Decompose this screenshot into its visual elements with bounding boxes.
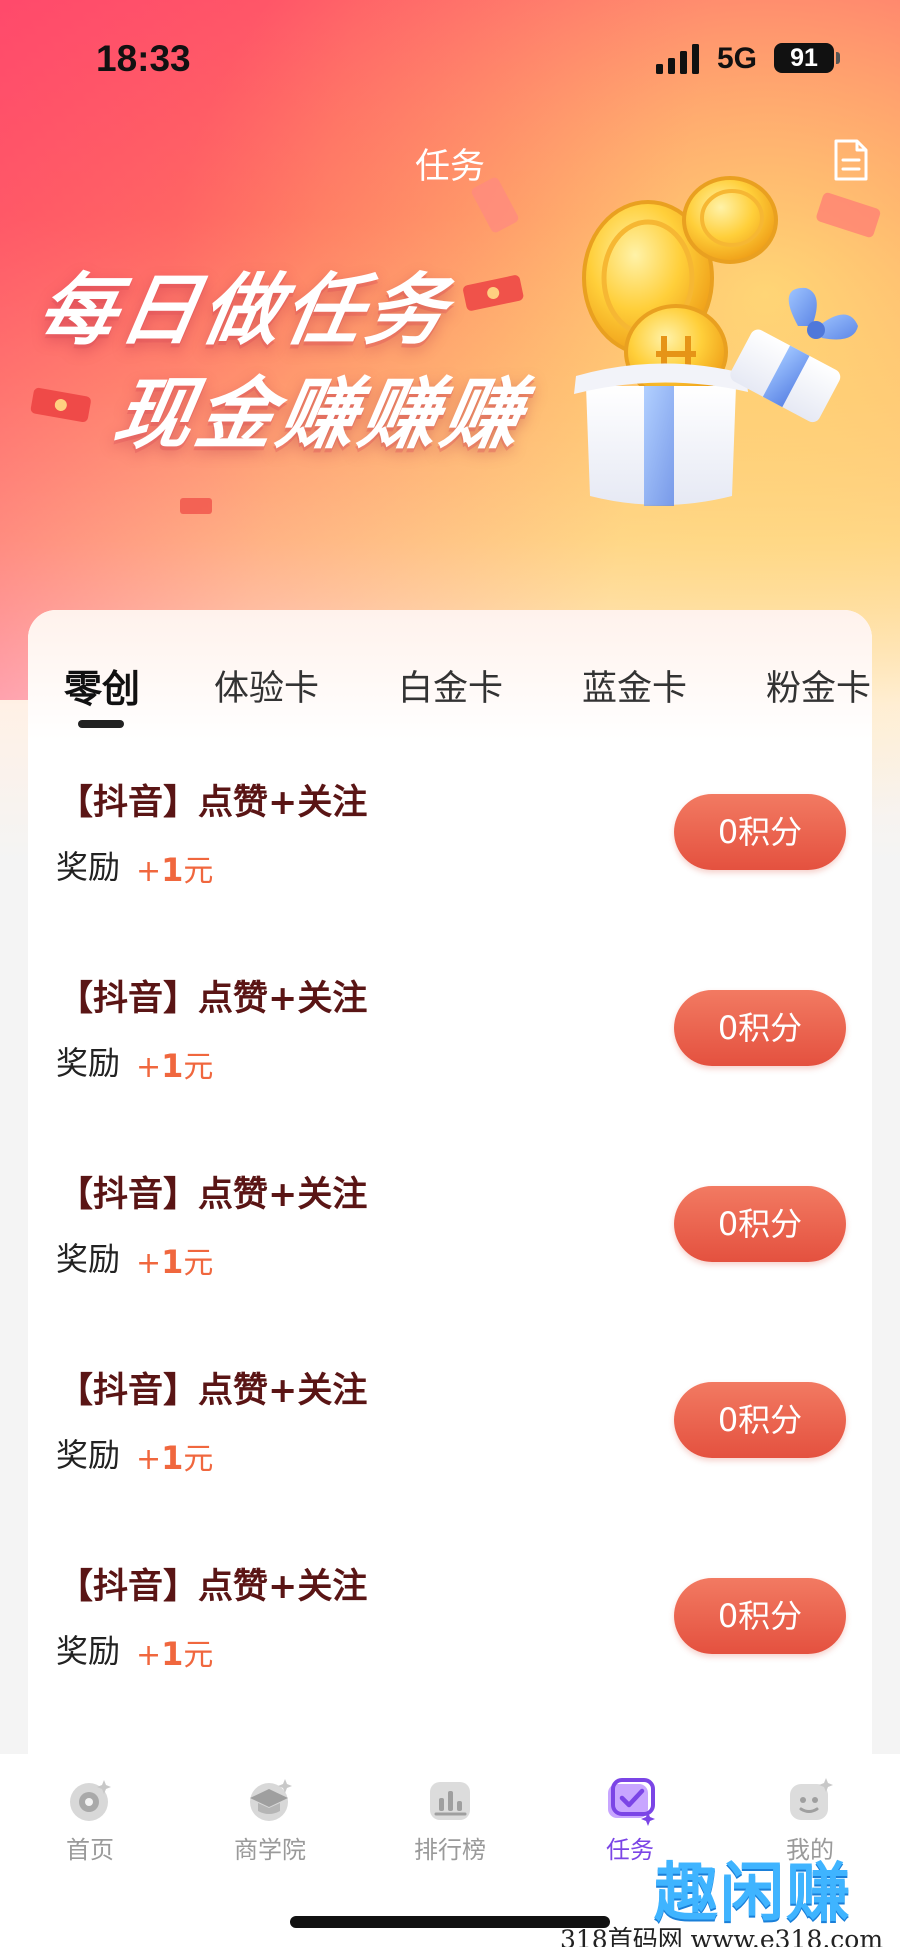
battery-cap xyxy=(836,52,840,64)
points-button[interactable]: 0积分 xyxy=(674,990,846,1066)
reward-value: +1元 xyxy=(136,851,214,889)
tab-lanjinka[interactable]: 蓝金卡 xyxy=(582,660,687,711)
tab-tiyanka[interactable]: 体验卡 xyxy=(214,660,319,711)
page-title: 任务 xyxy=(414,147,485,187)
reward-label: 奖励 xyxy=(56,1632,121,1670)
tabbar-label: 首页 xyxy=(66,1836,114,1864)
task-row: 【抖音】点赞+关注 奖励 +1元 0积分 xyxy=(28,970,872,1166)
battery-icon: 91 xyxy=(774,43,834,73)
reward-value: +1元 xyxy=(136,1439,214,1477)
tabbar-label: 排行榜 xyxy=(414,1836,486,1864)
points-button[interactable]: 0积分 xyxy=(674,1382,846,1458)
reward-label: 奖励 xyxy=(56,1044,121,1082)
task-row: 【抖音】点赞+关注 奖励 +1元 0积分 xyxy=(28,1166,872,1362)
red-envelope-icon xyxy=(180,498,212,514)
status-time: 18:33 xyxy=(96,38,191,79)
status-bar: 18:33 5G 91 xyxy=(0,30,900,90)
points-button[interactable]: 0积分 xyxy=(674,1186,846,1262)
ranking-icon xyxy=(430,1782,470,1820)
task-row: 【抖音】点赞+关注 奖励 +1元 0积分 xyxy=(28,1362,872,1558)
reward-label: 奖励 xyxy=(56,1240,121,1278)
signal-icon xyxy=(656,44,699,74)
red-envelope-icon xyxy=(463,275,524,311)
banner-slogan-line1: 每日做任务 xyxy=(30,266,457,356)
tab-fenjinka[interactable]: 粉金卡 xyxy=(766,660,871,711)
network-label: 5G xyxy=(717,42,758,75)
task-row: 【抖音】点赞+关注 奖励 +1元 0积分 xyxy=(28,774,872,970)
tab-lingchuang[interactable]: 零创 xyxy=(64,658,140,713)
tabbar-item-academy[interactable]: 商学院 xyxy=(210,1774,330,1865)
tabbar-item-ranking[interactable]: 排行榜 xyxy=(390,1774,510,1865)
coins-gift-illustration xyxy=(574,176,858,506)
academy-icon xyxy=(250,1779,292,1821)
document-icon[interactable] xyxy=(832,138,870,182)
watermark-text: 318首码网 www.e318.com xyxy=(560,1925,884,1947)
points-button[interactable]: 0积分 xyxy=(674,794,846,870)
red-envelope-icon xyxy=(30,387,91,423)
home-icon xyxy=(70,1780,111,1821)
task-icon xyxy=(608,1778,655,1826)
task-row: 【抖音】点赞+关注 奖励 +1元 0积分 xyxy=(28,1558,872,1754)
tab-indicator xyxy=(78,720,124,728)
reward-value: +1元 xyxy=(136,1635,214,1673)
reward-value: +1元 xyxy=(136,1047,214,1085)
points-button[interactable]: 0积分 xyxy=(674,1578,846,1654)
task-title: 【抖音】点赞+关注 xyxy=(58,1567,368,1607)
tab-baijinka[interactable]: 白金卡 xyxy=(398,660,503,711)
task-title: 【抖音】点赞+关注 xyxy=(58,783,368,823)
reward-label: 奖励 xyxy=(56,1436,121,1474)
task-page: 18:33 5G 91 任务 每日做任务 现金赚赚赚 零创 体验卡 白金卡 蓝金… xyxy=(0,0,900,1947)
reward-label: 奖励 xyxy=(56,848,121,886)
tabbar-item-home[interactable]: 首页 xyxy=(30,1774,150,1865)
reward-value: +1元 xyxy=(136,1243,214,1281)
task-title: 【抖音】点赞+关注 xyxy=(58,1371,368,1411)
banner-slogan-line2: 现金赚赚赚 xyxy=(106,370,533,460)
task-title: 【抖音】点赞+关注 xyxy=(58,1175,368,1215)
task-title: 【抖音】点赞+关注 xyxy=(58,979,368,1019)
profile-icon xyxy=(790,1778,833,1820)
category-tabs: 零创 体验卡 白金卡 蓝金卡 粉金卡 xyxy=(28,660,872,720)
tabbar-label: 商学院 xyxy=(234,1836,306,1864)
task-list-card: 零创 体验卡 白金卡 蓝金卡 粉金卡 【抖音】点赞+关注 奖励 +1元 0积分 … xyxy=(28,610,872,1780)
